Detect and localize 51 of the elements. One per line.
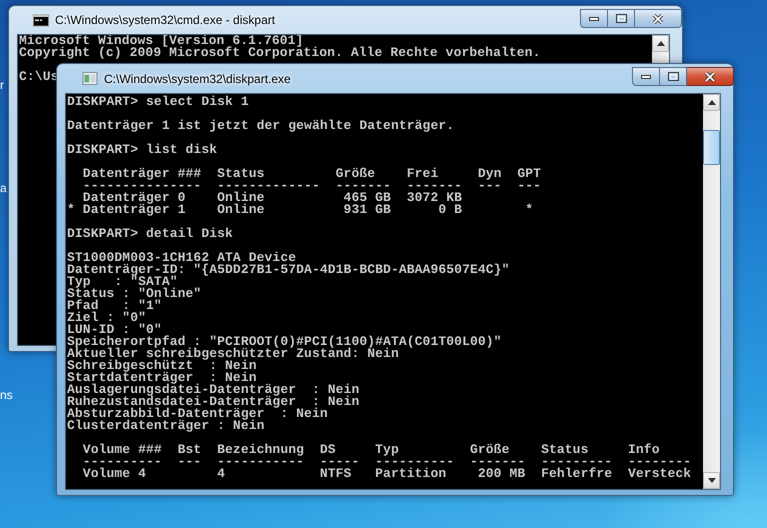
close-button[interactable]: [687, 67, 734, 86]
console-line: Auslagerungsdatei-Datenträger : Nein: [67, 384, 360, 396]
up-arrow-icon: [656, 41, 664, 46]
console-line: DISKPART> list disk: [67, 144, 218, 156]
console-icon: [33, 14, 49, 26]
maximize-button[interactable]: [660, 67, 687, 86]
console-line: Pfad : "1": [67, 300, 162, 312]
console-line: Datenträger 1 ist jetzt der gewählte Datenträger.: [67, 120, 454, 132]
desktop-icon-label[interactable]: a: [0, 181, 7, 195]
close-icon: [704, 72, 716, 82]
minimize-button[interactable]: [632, 67, 660, 86]
console-line: Copyright (c) 2009 Microsoft Corporation. Alle Rechte vorbehalten.: [19, 47, 540, 59]
maximize-icon: [668, 72, 678, 81]
desktop-icon-label[interactable]: r: [0, 78, 4, 92]
console-line: Status : "Online": [67, 288, 202, 300]
scroll-up-button[interactable]: [703, 94, 720, 111]
console-line: --------------- ------------- ------- ------- --- ---: [82, 180, 542, 192]
window-title: C:\Windows\system32\cmd.exe - diskpart: [55, 13, 276, 27]
maximize-icon: [616, 14, 626, 23]
minimize-icon: [641, 74, 651, 78]
console-line: Startdatenträger : Nein: [67, 372, 257, 384]
console-line: Datenträger ### Status Größe Frei Dyn GPT: [82, 168, 542, 180]
console-line: Volume ### Bst Bezeichnung DS Typ Größe Status Info: [82, 444, 660, 456]
close-icon: [652, 14, 664, 24]
console-line: Volume 4 4 NTFS Partition 200 MB Fehlerfre Versteck: [82, 468, 692, 480]
desktop-icon-label[interactable]: ns: [0, 388, 13, 402]
minimize-icon: [589, 16, 599, 20]
console-line: Datenträger 0 Online 465 GB 3072 KB: [82, 192, 462, 204]
console-line: Absturzabbild-Datenträger : Nein: [67, 408, 328, 420]
console-line: Aktueller schreibgeschützter Zustand: Nein: [67, 348, 399, 360]
console-line: Ziel : "0": [67, 312, 146, 324]
up-arrow-icon: [708, 100, 716, 105]
console-line: ---------- --- ----------- ----- ---------- ------- --------- --------: [82, 456, 692, 468]
console-line: Typ : "SATA": [67, 276, 178, 288]
scroll-thumb[interactable]: [703, 130, 720, 165]
down-arrow-icon: [708, 478, 716, 483]
console-line: DISKPART> detail Disk: [67, 228, 233, 240]
scroll-up-button[interactable]: [652, 35, 669, 52]
console-line: * Datenträger 1 Online 931 GB 0 B *: [67, 204, 534, 216]
scroll-down-button[interactable]: [703, 472, 720, 489]
scrollbar[interactable]: [703, 94, 720, 489]
console-line: Datenträger-ID: "{A5DD27B1-57DA-4D1B-BCBD-ABAA96507E4C}": [67, 264, 510, 276]
console-line: Ruhezustandsdatei-Datenträger : Nein: [67, 396, 360, 408]
window-icon: [82, 72, 98, 85]
console-line: DISKPART> select Disk 1: [67, 96, 249, 108]
console-line: LUN-ID : "0": [67, 324, 162, 336]
console-line: ST1000DM003-1CH162 ATA Device: [67, 252, 296, 264]
console-line: Clusterdatenträger : Nein: [67, 420, 265, 432]
console-line: Speicherortpfad : "PCIROOT(0)#PCI(1100)#ATA(C01T00L00)": [67, 336, 502, 348]
window-title: C:\Windows\system32\diskpart.exe: [104, 72, 291, 86]
console-line: Schreibgeschützt : Nein: [67, 360, 257, 372]
